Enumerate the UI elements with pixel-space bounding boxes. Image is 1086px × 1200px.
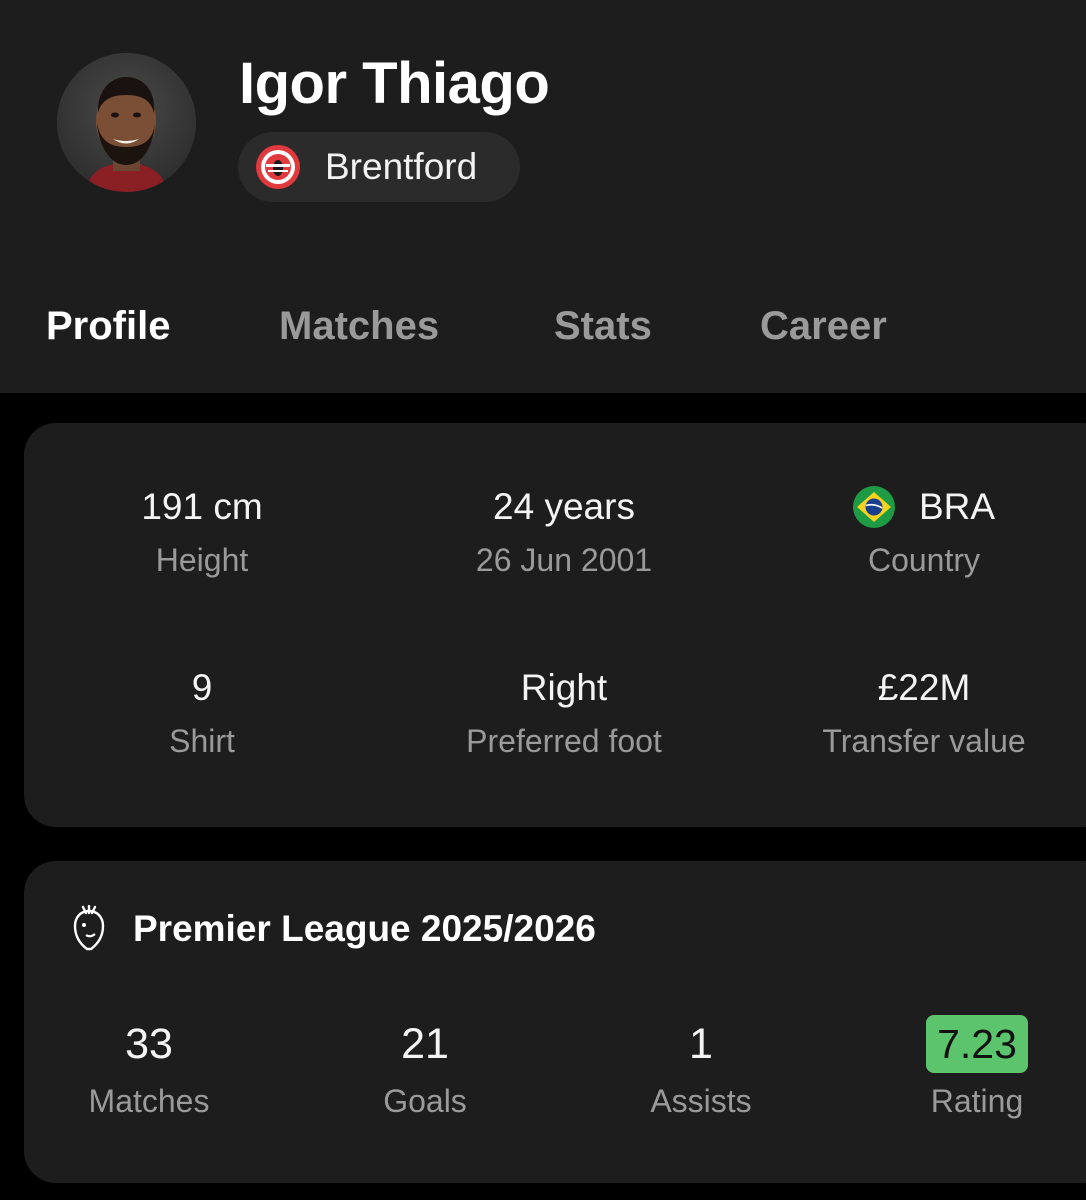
foot-cell: Right Preferred foot (414, 666, 714, 761)
assists-label: Assists (650, 1083, 752, 1119)
height-value: 191 cm (141, 486, 263, 527)
player-name: Igor Thiago (239, 51, 550, 116)
matches-value: 33 (125, 1020, 173, 1068)
tab-bar: Profile Matches Stats Career (0, 298, 1086, 354)
goals-label: Goals (383, 1083, 467, 1119)
shirt-cell: 9 Shirt (52, 666, 352, 761)
player-info-card: 191 cm Height 24 years 26 Jun 2001 BRA C… (24, 423, 1086, 827)
team-name: Brentford (325, 146, 478, 187)
shirt-value: 9 (191, 667, 213, 708)
rating-value: 7.23 (847, 1015, 1086, 1073)
player-avatar (57, 53, 196, 192)
transfer-value: £22M (877, 667, 971, 708)
tab-career[interactable]: Career (760, 298, 887, 354)
league-header: Premier League 2025/2026 (69, 905, 596, 953)
league-stats-card[interactable]: Premier League 2025/2026 33 Matches 21 G… (24, 861, 1086, 1183)
rating-label: Rating (930, 1083, 1024, 1119)
age-value: 24 years (493, 486, 635, 527)
country-value: BRA (774, 485, 1074, 529)
team-chip[interactable]: Brentford (238, 132, 520, 202)
player-header: Igor Thiago Brentford Profile Matches St… (0, 0, 1086, 393)
transfer-label: Transfer value (822, 723, 1026, 759)
tab-matches[interactable]: Matches (279, 298, 439, 354)
premier-league-lion-icon (73, 905, 105, 951)
stat-assists: 1 Assists (571, 1015, 831, 1121)
assists-value: 1 (689, 1020, 713, 1068)
birth-date: 26 Jun 2001 (475, 542, 653, 578)
league-title: Premier League 2025/2026 (133, 908, 596, 949)
matches-label: Matches (88, 1083, 210, 1119)
stat-rating: 7.23 Rating (847, 1015, 1086, 1121)
country-code: BRA (918, 486, 996, 527)
tab-stats[interactable]: Stats (554, 298, 652, 354)
brazil-flag-icon (852, 486, 895, 528)
brentford-crest-icon (256, 145, 300, 189)
goals-value: 21 (401, 1020, 449, 1068)
transfer-cell: £22M Transfer value (774, 666, 1074, 761)
rating-badge: 7.23 (926, 1015, 1028, 1073)
height-label: Height (155, 542, 249, 578)
foot-value: Right (520, 667, 608, 708)
foot-label: Preferred foot (466, 723, 662, 759)
country-label: Country (867, 542, 981, 578)
height-cell: 191 cm Height (52, 485, 352, 580)
shirt-label: Shirt (169, 723, 235, 759)
tab-profile[interactable]: Profile (46, 298, 170, 354)
stat-goals: 21 Goals (295, 1015, 555, 1121)
stat-matches: 33 Matches (19, 1015, 279, 1121)
age-cell: 24 years 26 Jun 2001 (414, 485, 714, 580)
country-cell[interactable]: BRA Country (774, 485, 1074, 580)
